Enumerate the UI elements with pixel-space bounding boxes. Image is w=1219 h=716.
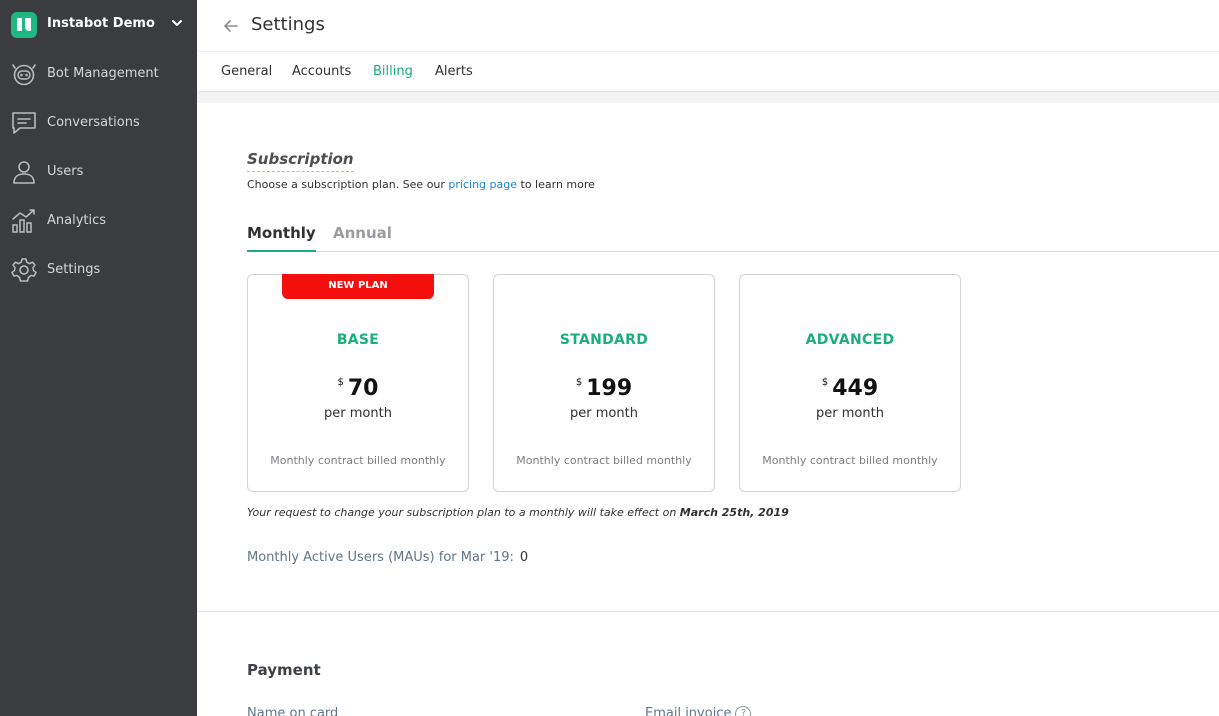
sidebar-item-label: Users xyxy=(47,164,84,179)
section-separator xyxy=(197,92,1219,103)
plan-price: $449 xyxy=(740,376,960,401)
contract-terms: Monthly contract billed monthly xyxy=(270,454,446,467)
price-period: per month xyxy=(324,406,392,421)
sidebar-item-analytics[interactable]: Analytics xyxy=(0,199,197,243)
price-period: per month xyxy=(570,406,638,421)
mau-summary: Monthly Active Users (MAUs) for Mar '19:… xyxy=(247,550,528,565)
plan-change-note: Your request to change your subscription… xyxy=(247,506,789,519)
tab-general[interactable]: General xyxy=(221,64,272,79)
description-text: to learn more xyxy=(517,178,595,191)
plan-card-base[interactable]: NEW PLAN BASE $70 per month Monthly cont… xyxy=(247,274,469,492)
plan-card-advanced[interactable]: ADVANCED $449 per month Monthly contract… xyxy=(739,274,961,492)
gear-icon xyxy=(11,258,37,282)
sidebar-item-label: Analytics xyxy=(47,213,107,228)
workspace-switcher[interactable]: Instabot Demo xyxy=(0,0,197,50)
tab-annual[interactable]: Annual xyxy=(333,224,392,252)
contract-terms: Monthly contract billed monthly xyxy=(516,454,692,467)
page-header: Settings xyxy=(197,0,1219,52)
new-plan-badge: NEW PLAN xyxy=(282,274,434,299)
contract-terms: Monthly contract billed monthly xyxy=(762,454,938,467)
page-title: Settings xyxy=(251,14,325,35)
sidebar-item-label: Conversations xyxy=(47,115,140,130)
currency-symbol: $ xyxy=(821,377,829,388)
plan-name: STANDARD xyxy=(559,332,649,348)
mau-label: Monthly Active Users (MAUs) for Mar '19: xyxy=(247,550,514,565)
robot-icon xyxy=(12,64,36,86)
billing-content: Subscription Choose a subscription plan.… xyxy=(197,103,1219,716)
tab-billing[interactable]: Billing xyxy=(373,64,413,79)
user-icon xyxy=(13,161,35,184)
chat-icon xyxy=(12,112,36,134)
payment-heading: Payment xyxy=(247,661,321,679)
price-amount: 199 xyxy=(586,376,633,401)
chevron-down-icon[interactable] xyxy=(170,16,184,30)
email-invoice-field: Email invoice? xyxy=(645,706,752,716)
sidebar: Instabot Demo Bot Management Conversatio… xyxy=(0,0,197,716)
mau-value: 0 xyxy=(519,550,529,565)
settings-tabs: General Accounts Billing Alerts xyxy=(197,52,1219,92)
workspace-name: Instabot Demo xyxy=(47,16,155,31)
currency-symbol: $ xyxy=(575,377,583,388)
plan-price: $70 xyxy=(248,376,468,401)
sidebar-item-users[interactable]: Users xyxy=(0,150,197,194)
divider xyxy=(197,611,1219,612)
sidebar-item-label: Settings xyxy=(47,262,101,277)
sidebar-item-bot-management[interactable]: Bot Management xyxy=(0,52,197,96)
plan-name: ADVANCED xyxy=(805,332,895,348)
tab-accounts[interactable]: Accounts xyxy=(292,64,351,79)
sidebar-item-conversations[interactable]: Conversations xyxy=(0,101,197,145)
sidebar-item-settings[interactable]: Settings xyxy=(0,248,197,292)
instabot-logo-icon xyxy=(11,12,37,38)
billing-period-tabs: Monthly Annual xyxy=(247,223,1219,252)
sidebar-item-label: Bot Management xyxy=(47,66,159,81)
subscription-description: Choose a subscription plan. See our pric… xyxy=(247,178,595,191)
price-amount: 70 xyxy=(347,376,379,401)
description-text: Choose a subscription plan. See our xyxy=(247,178,449,191)
price-period: per month xyxy=(816,406,884,421)
change-effective-date: March 25th, 2019 xyxy=(679,506,789,519)
plan-card-standard[interactable]: STANDARD $199 per month Monthly contract… xyxy=(493,274,715,492)
email-invoice-label: Email invoice xyxy=(645,706,732,716)
back-arrow-icon[interactable] xyxy=(221,16,241,36)
subscription-heading: Subscription xyxy=(247,150,354,172)
tab-monthly[interactable]: Monthly xyxy=(247,224,316,252)
price-amount: 449 xyxy=(832,376,879,401)
currency-symbol: $ xyxy=(337,377,344,388)
plan-price: $199 xyxy=(494,376,714,401)
help-icon[interactable]: ? xyxy=(735,706,752,716)
pricing-page-link[interactable]: pricing page xyxy=(448,178,517,191)
name-on-card-label: Name on card xyxy=(247,706,339,716)
change-note-text: Your request to change your subscription… xyxy=(247,506,677,519)
analytics-icon xyxy=(12,209,35,233)
plan-name: BASE xyxy=(336,332,380,348)
tab-alerts[interactable]: Alerts xyxy=(435,64,473,79)
